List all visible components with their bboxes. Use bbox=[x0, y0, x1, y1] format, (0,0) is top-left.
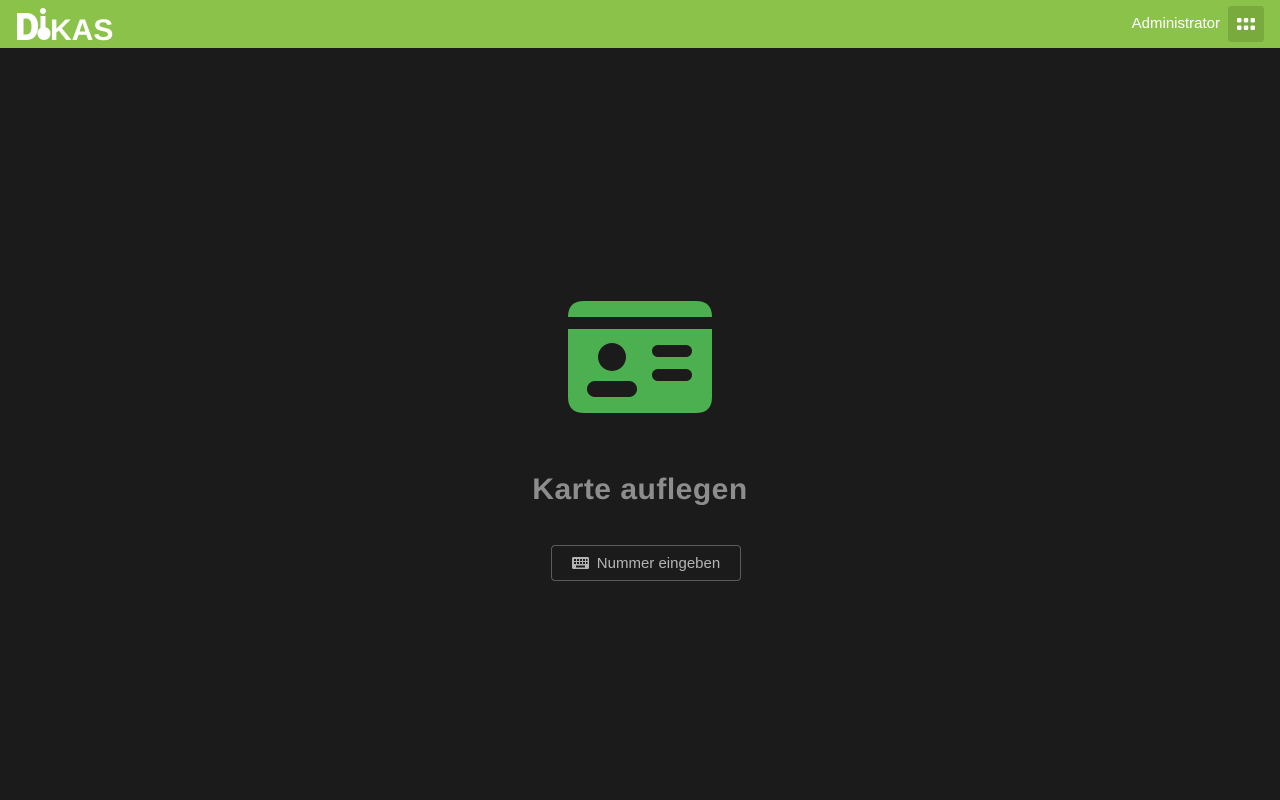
apps-menu-button[interactable] bbox=[1228, 6, 1264, 42]
keyboard-icon bbox=[571, 557, 589, 569]
enter-number-label: Nummer eingeben bbox=[596, 554, 721, 572]
user-name[interactable]: Administrator bbox=[1132, 15, 1220, 32]
top-bar: KAS Administrator bbox=[0, 0, 1280, 48]
id-card-icon bbox=[568, 301, 712, 413]
svg-text:KAS: KAS bbox=[50, 14, 113, 41]
card-login-panel: Karte auflegen Nummer eingeben bbox=[0, 48, 1280, 800]
grid-icon bbox=[1237, 18, 1255, 30]
enter-number-button[interactable]: Nummer eingeben bbox=[551, 545, 741, 581]
place-card-prompt: Karte auflegen bbox=[532, 473, 748, 506]
dikas-logo[interactable]: KAS bbox=[16, 7, 122, 41]
